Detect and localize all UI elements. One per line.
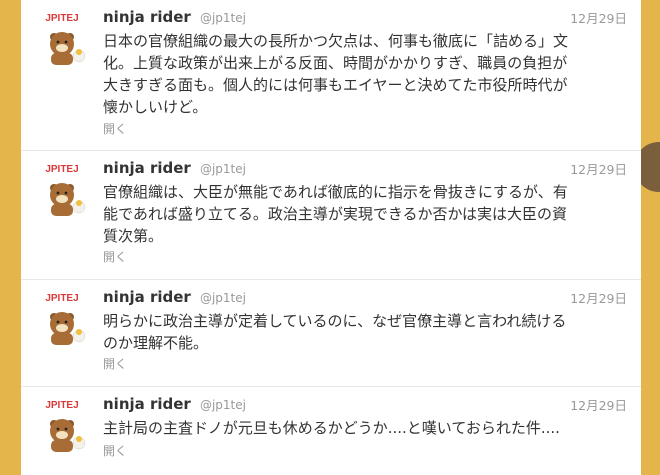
avatar[interactable]: JPITEJ (31, 287, 93, 349)
svg-text:JPITEJ: JPITEJ (45, 293, 78, 304)
rilakkuma-bear-avatar-icon: JPITEJ (45, 293, 86, 345)
svg-text:JPITEJ: JPITEJ (45, 164, 78, 175)
rilakkuma-bear-avatar-icon: JPITEJ (45, 164, 86, 216)
tweet-text-line: 質次第。 (103, 227, 164, 245)
author-handle[interactable]: @jp1tej (200, 11, 246, 25)
author-name[interactable]: ninja rider (103, 288, 191, 306)
rilakkuma-bear-avatar-icon: JPITEJ (45, 400, 86, 452)
svg-text:JPITEJ: JPITEJ (45, 13, 78, 24)
tweet-item[interactable]: JPITEJ ninja rider @jp1tej 12月29日 主計局の主査… (21, 387, 641, 475)
tweet-text-line: 主計局の主査ドノが元旦も休めるかどうか....と嘆いておられた件.... (103, 419, 560, 437)
author-name[interactable]: ninja rider (103, 159, 191, 177)
tweet-text-line: 化。上質な政策が出来上がる反面、時間がかかりすぎ、職員の負担が (103, 54, 568, 72)
tweet-text: 官僚組織は、大臣が無能であれば徹底的に指示を骨抜きにするが、有 能であれば盛り立… (103, 181, 635, 247)
author-handle[interactable]: @jp1tej (200, 398, 246, 412)
tweet-text-line: 日本の官僚組織の最大の長所かつ欠点は、何事も徹底に「詰める」文 (103, 32, 569, 50)
expand-link[interactable]: 開く (103, 355, 127, 372)
expand-link[interactable]: 開く (103, 120, 127, 137)
tweet-header: ninja rider @jp1tej 12月29日 (103, 287, 627, 307)
tweet-timestamp[interactable]: 12月29日 (570, 288, 627, 307)
tweet-text-line: 官僚組織は、大臣が無能であれば徹底的に指示を骨抜きにするが、有 (103, 183, 568, 201)
author-handle[interactable]: @jp1tej (200, 291, 246, 305)
rilakkuma-bear-avatar-icon: JPITEJ (45, 13, 86, 65)
avatar[interactable]: JPITEJ (31, 7, 93, 69)
tweet-timeline: JPITEJ ninja rider @jp1tej 12月29日 日本の官僚組… (21, 0, 641, 475)
tweet-text-line: 大きすぎる面も。個人的には何事もエイヤーと決めてた市役所時代が (103, 76, 568, 94)
tweet-text-line: のか理解不能。 (103, 334, 209, 352)
expand-link[interactable]: 開く (103, 248, 127, 265)
avatar[interactable]: JPITEJ (31, 394, 93, 456)
tweet-text: 主計局の主査ドノが元旦も休めるかどうか....と嘆いておられた件.... (103, 417, 635, 439)
tweet-text: 明らかに政治主導が定着しているのに、なぜ官僚主導と言われ続ける のか理解不能。 (103, 310, 635, 354)
tweet-timestamp[interactable]: 12月29日 (570, 395, 627, 414)
tweet-text-line: 明らかに政治主導が定着しているのに、なぜ官僚主導と言われ続ける (103, 312, 567, 330)
tweet-timestamp[interactable]: 12月29日 (570, 159, 627, 178)
expand-link[interactable]: 開く (103, 442, 127, 459)
avatar[interactable]: JPITEJ (31, 158, 93, 220)
tweet-timestamp[interactable]: 12月29日 (570, 8, 627, 27)
tweet-header: ninja rider @jp1tej 12月29日 (103, 394, 627, 414)
tweet-text-line: 能であれば盛り立てる。政治主導が実現できるか否かは実は大臣の資 (103, 205, 567, 223)
author-handle[interactable]: @jp1tej (200, 162, 246, 176)
tweet-text-line: 懐かしいけど。 (103, 98, 208, 116)
svg-text:JPITEJ: JPITEJ (45, 400, 78, 411)
tweet-item[interactable]: JPITEJ ninja rider @jp1tej 12月29日 官僚組織は、… (21, 151, 641, 280)
tweet-header: ninja rider @jp1tej 12月29日 (103, 158, 627, 178)
tweet-item[interactable]: JPITEJ ninja rider @jp1tej 12月29日 日本の官僚組… (21, 0, 641, 151)
author-name[interactable]: ninja rider (103, 395, 191, 413)
tweet-text: 日本の官僚組織の最大の長所かつ欠点は、何事も徹底に「詰める」文 化。上質な政策が… (103, 30, 635, 118)
tweet-header: ninja rider @jp1tej 12月29日 (103, 7, 627, 27)
author-name[interactable]: ninja rider (103, 8, 191, 26)
tweet-item[interactable]: JPITEJ ninja rider @jp1tej 12月29日 明らかに政治… (21, 280, 641, 387)
